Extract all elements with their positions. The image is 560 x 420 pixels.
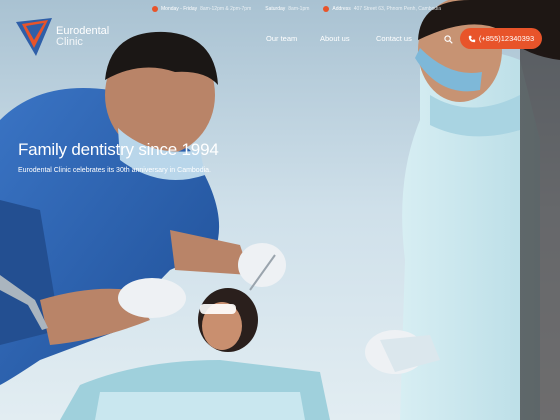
clock-icon [152,6,158,12]
hero-subtitle: Eurodental Clinic celebrates its 30th an… [18,167,211,174]
search-icon[interactable] [444,35,453,44]
hero-section [0,0,560,420]
phone-number: (+855)12340393 [478,34,535,43]
phone-icon [468,35,476,42]
top-info-bar: Monday - Friday 8am-12pm & 2pm-7pm Satur… [152,3,556,15]
nav-contact-us[interactable]: Contact us [376,34,436,43]
logo-mark-icon [16,18,52,56]
address-label: Address [332,6,351,12]
saturday-hours-value: 8am-1pm [288,6,310,12]
hero-photo [0,0,560,420]
address-value: 407 Street 63, Phnom Penh, Cambodia [353,6,442,12]
hero-title: Family dentistry since 1994 [18,140,219,159]
location-pin-icon [323,6,330,12]
main-nav: Our team About us Contact us [266,34,436,43]
saturday-hours-label: Saturday [265,6,286,12]
nav-about-us[interactable]: About us [320,34,376,43]
logo-subname: Clinic [56,36,83,48]
address: Address 407 Street 63, Phnom Penh, Cambo… [323,6,441,12]
phone-button[interactable]: (+855)12340393 [460,28,542,49]
weekday-hours-value: 8am-12pm & 2pm-7pm [200,6,252,12]
weekday-hours-label: Monday - Friday [161,6,198,12]
saturday-hours: Saturday 8am-1pm [265,6,309,12]
weekday-hours: Monday - Friday 8am-12pm & 2pm-7pm [152,6,251,12]
site-logo[interactable]: Eurodental Clinic [16,18,109,56]
nav-our-team[interactable]: Our team [266,34,320,43]
